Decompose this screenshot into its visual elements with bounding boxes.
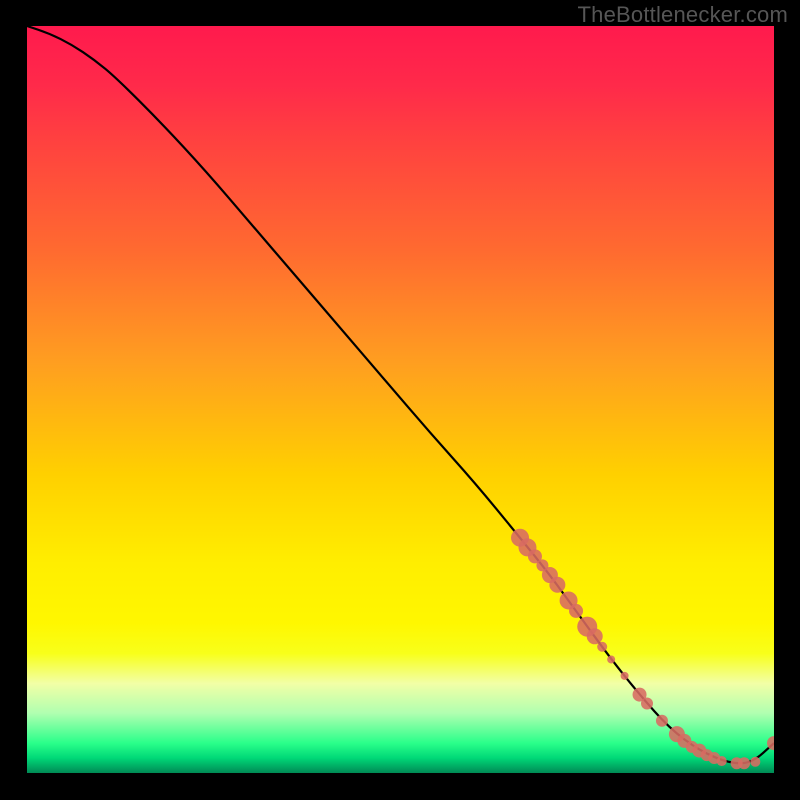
- data-marker: [597, 642, 607, 652]
- marker-group: [511, 529, 774, 770]
- curve-group: [27, 26, 774, 763]
- data-marker: [607, 655, 615, 663]
- watermark-text: TheBottlenecker.com: [578, 2, 788, 28]
- chart-svg: [27, 26, 774, 773]
- bottleneck-curve-path: [27, 26, 774, 763]
- data-marker: [587, 628, 603, 644]
- chart-stage: TheBottlenecker.com: [0, 0, 800, 800]
- data-marker: [621, 672, 629, 680]
- data-marker: [549, 577, 565, 593]
- data-marker: [569, 604, 583, 618]
- data-marker: [750, 757, 760, 767]
- data-marker: [738, 757, 750, 769]
- data-marker: [717, 756, 727, 766]
- data-marker: [641, 698, 653, 710]
- data-marker: [656, 715, 668, 727]
- plot-area: [27, 26, 774, 773]
